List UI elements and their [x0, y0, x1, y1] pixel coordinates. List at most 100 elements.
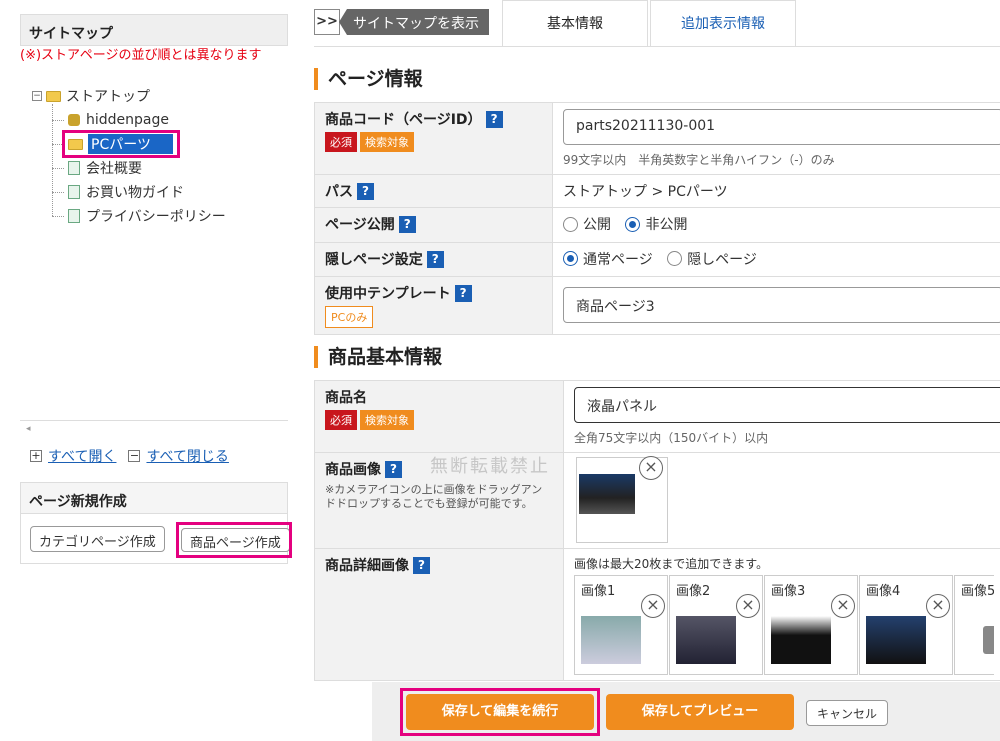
publish-radio[interactable]: 公開: [563, 214, 611, 234]
detail-image-caption: 画像2: [676, 584, 711, 599]
camera-icon[interactable]: [983, 626, 994, 654]
expand-all-link[interactable]: すべて開く: [48, 446, 116, 466]
horizontal-scrollbar[interactable]: ◂: [20, 420, 288, 434]
detail-image-slot[interactable]: 画像3 ×: [764, 575, 858, 675]
product-code-input[interactable]: parts20211130-001: [563, 109, 1000, 145]
watermark: 無断転載禁止: [430, 456, 550, 477]
highlight-frame: [62, 130, 180, 158]
page-icon: [68, 161, 80, 175]
template-select[interactable]: 商品ページ3: [563, 287, 1000, 323]
help-icon[interactable]: ?: [426, 250, 444, 268]
chevron-right-icon[interactable]: >>: [314, 9, 340, 35]
radio-label: 公開: [583, 217, 611, 233]
cancel-button[interactable]: キャンセル: [806, 700, 889, 726]
pc-only-badge: PCのみ: [325, 306, 374, 328]
product-name-label: 商品名: [325, 390, 367, 406]
highlight-frame: [400, 688, 600, 736]
path-value: ストアトップ > PCパーツ: [552, 174, 1000, 208]
product-name-hint: 全角75文字以内（150バイト）以内: [574, 431, 769, 445]
required-badge: 必須: [325, 132, 357, 152]
radio-label: 隠しページ: [687, 251, 757, 268]
tree-item-label: 会社概要: [86, 161, 142, 177]
remove-image-icon[interactable]: ×: [641, 594, 665, 618]
search-badge: 検索対象: [360, 132, 414, 152]
remove-image-icon[interactable]: ×: [831, 594, 855, 618]
tree-item-privacy[interactable]: プライバシーポリシー: [68, 206, 226, 226]
detail-image-caption: 画像4: [866, 584, 901, 599]
remove-image-icon[interactable]: ×: [736, 594, 760, 618]
show-sitemap-label[interactable]: サイトマップを表示: [339, 9, 489, 35]
hidden-page-radio[interactable]: 隠しページ: [667, 249, 757, 269]
main-content: >> サイトマップを表示 基本情報 追加表示情報 ページ情報 商品コード（ページ…: [298, 0, 1000, 741]
radio-label: 通常ページ: [583, 251, 653, 268]
help-icon[interactable]: ?: [413, 557, 430, 574]
remove-image-icon[interactable]: ×: [926, 594, 950, 618]
product-thumbnail: [579, 474, 635, 514]
detail-image-strip: 画像1 × 画像2 × 画像3 × 画像4 × 画像5: [574, 575, 994, 679]
help-icon[interactable]: ?: [485, 111, 503, 128]
detail-image-caption: 画像5: [961, 584, 994, 599]
page-icon: [68, 185, 80, 199]
product-image-slot[interactable]: ×: [576, 456, 668, 543]
tree-item-company[interactable]: 会社概要: [68, 158, 142, 178]
tree-root[interactable]: − ストアトップ: [32, 86, 150, 106]
detail-thumbnail: [771, 616, 831, 664]
create-category-button[interactable]: カテゴリページ作成: [30, 526, 165, 552]
product-code-hint: 99文字以内 半角英数字と半角ハイフン（-）のみ: [563, 153, 835, 167]
unpublish-radio[interactable]: 非公開: [625, 214, 687, 234]
product-image-note: ※カメラアイコンの上に画像をドラッグアンドドロップすることでも登録が可能です。: [325, 483, 543, 510]
tab-basic-info[interactable]: 基本情報: [502, 0, 648, 46]
sitemap-toggle[interactable]: >> サイトマップを表示: [314, 7, 489, 37]
tree-item-hiddenpage[interactable]: hiddenpage: [68, 110, 169, 130]
product-name-input[interactable]: 液晶パネル: [574, 387, 1000, 423]
help-icon[interactable]: ?: [385, 461, 402, 478]
help-icon[interactable]: ?: [357, 183, 374, 200]
page-info-title: ページ情報: [314, 68, 423, 90]
product-code-label-cell: 商品コード（ページID）? 必須 検索対象: [314, 102, 553, 175]
detail-image-slot[interactable]: 画像4 ×: [859, 575, 953, 675]
search-badge: 検索対象: [360, 410, 414, 430]
detail-image-label: 商品詳細画像: [325, 558, 409, 574]
page-icon: [68, 209, 80, 223]
help-icon[interactable]: ?: [398, 216, 416, 233]
publish-label: ページ公開: [325, 217, 395, 233]
detail-image-slot[interactable]: 画像2 ×: [669, 575, 763, 675]
tab-additional-info[interactable]: 追加表示情報: [650, 0, 796, 46]
help-icon[interactable]: ?: [454, 285, 472, 302]
tree-item-label: プライバシーポリシー: [86, 209, 226, 225]
hidden-page-label: 隠しページ設定: [325, 251, 423, 268]
collapse-icon[interactable]: −: [32, 91, 42, 101]
template-label: 使用中テンプレート: [325, 286, 451, 302]
path-label: パス: [325, 184, 353, 200]
product-image-label: 商品画像: [325, 462, 381, 478]
tree-item-label: hiddenpage: [86, 112, 169, 128]
required-badge: 必須: [325, 410, 357, 430]
new-page-title: ページ新規作成: [20, 482, 288, 514]
collapse-all-link[interactable]: すべて閉じる: [146, 446, 228, 466]
save-preview-button[interactable]: 保存してプレビュー: [606, 694, 794, 730]
sitemap-title: サイトマップ: [20, 14, 288, 46]
footer-bar: 保存して編集を続行 保存してプレビュー キャンセル: [372, 682, 1000, 741]
product-info-title: 商品基本情報: [314, 346, 442, 368]
detail-image-caption: 画像3: [771, 584, 806, 599]
radio-label: 非公開: [645, 217, 688, 233]
product-info-table: 商品名 必須 検索対象 液晶パネル 全角75文字以内（150バイト）以内 商品画像…: [314, 380, 1000, 681]
detail-thumbnail: [581, 616, 641, 664]
detail-thumbnail: [676, 616, 736, 664]
tree-item-label: お買い物ガイド: [86, 185, 184, 201]
tree-item-guide[interactable]: お買い物ガイド: [68, 182, 184, 202]
normal-page-radio[interactable]: 通常ページ: [563, 249, 653, 269]
collapse-all-icon[interactable]: −: [128, 450, 141, 462]
detail-image-slot[interactable]: 画像1 ×: [574, 575, 668, 675]
remove-image-icon[interactable]: ×: [639, 456, 663, 480]
detail-image-slot[interactable]: 画像5: [954, 575, 994, 675]
expand-icon[interactable]: +: [30, 450, 42, 462]
order-note: (※)ストアページの並び順とは異なります: [20, 48, 262, 63]
product-code-label: 商品コード（ページID）: [325, 112, 482, 128]
scroll-left-icon[interactable]: ◂: [26, 424, 31, 434]
page-info-table: 商品コード（ページID）? 必須 検索対象 parts20211130-001 9…: [314, 102, 1000, 335]
tree-controls: + すべて開く − すべて閉じる: [30, 446, 229, 466]
sidebar: サイトマップ (※)ストアページの並び順とは異なります − ストアトップ hid…: [0, 0, 292, 741]
detail-image-caption: 画像1: [581, 584, 616, 599]
detail-thumbnail: [866, 616, 926, 664]
